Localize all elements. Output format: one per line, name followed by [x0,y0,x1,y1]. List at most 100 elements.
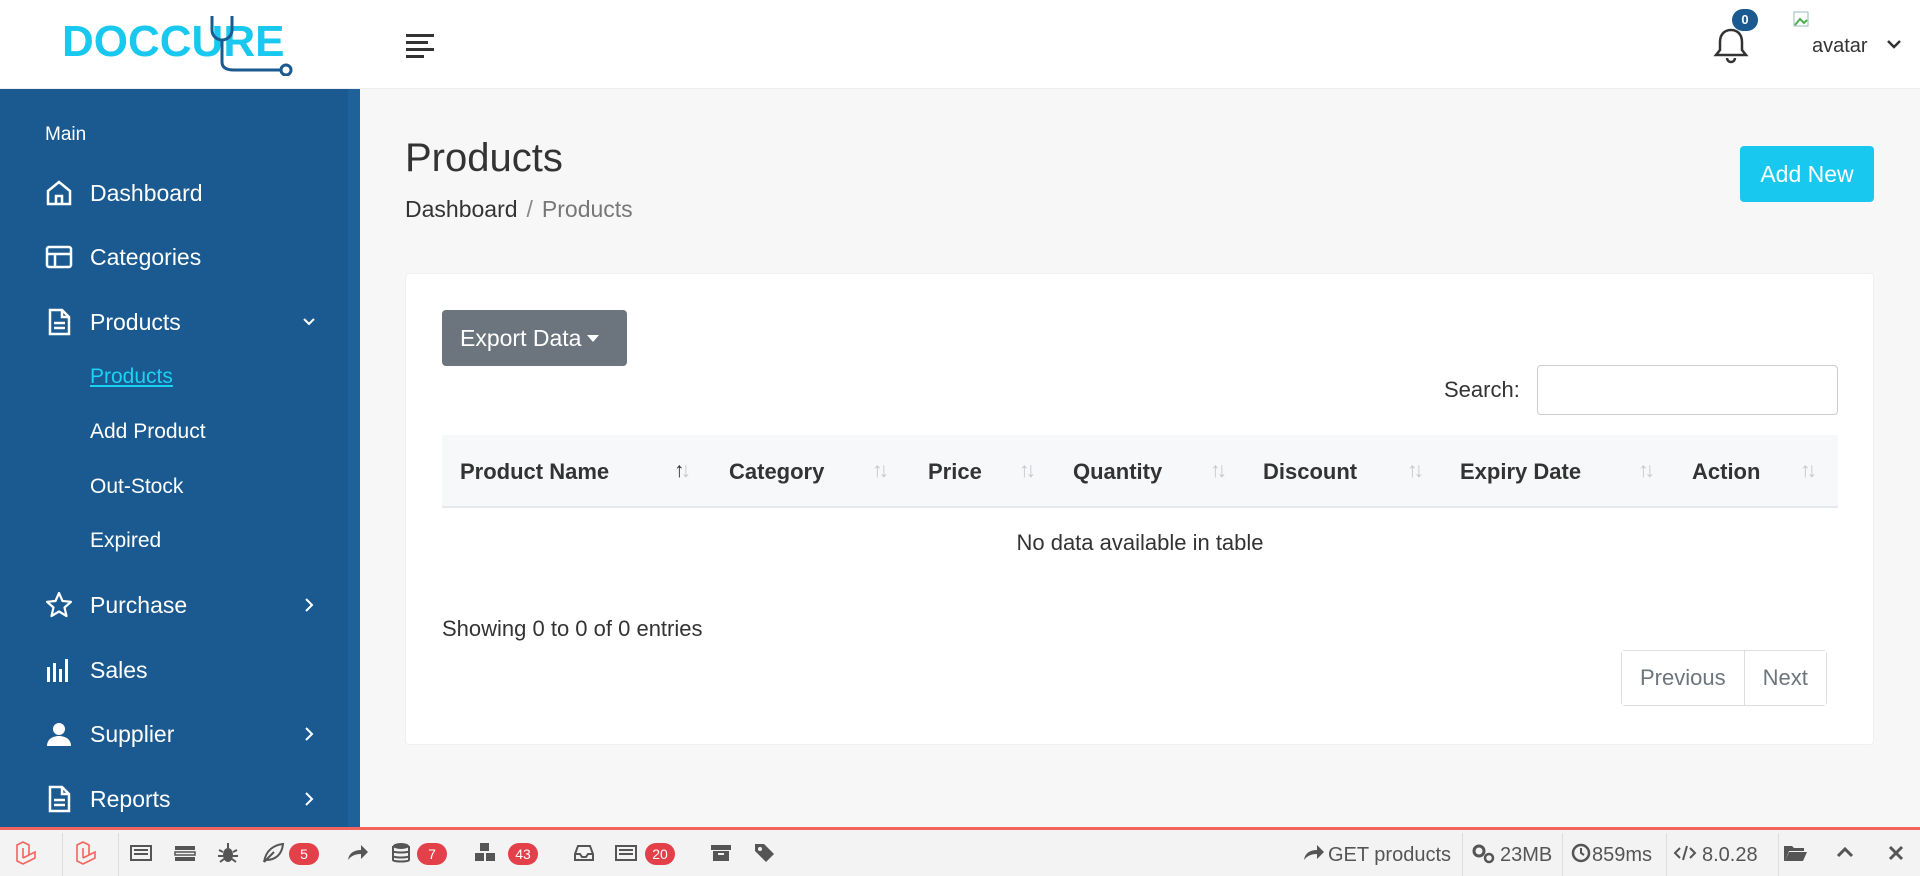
chevron-up-icon[interactable] [1832,840,1858,866]
sort-icon[interactable]: ↑↓ [1800,459,1817,483]
broken-image-icon [1793,11,1809,27]
archive-icon[interactable] [708,840,734,866]
next-page-button[interactable]: Next [1743,651,1826,705]
sidebar-item-products[interactable]: Products [0,295,348,347]
bug-icon[interactable] [215,840,241,866]
folder-open-icon[interactable] [1782,840,1808,866]
avatar-alt-text: avatar [1812,35,1868,57]
laravel-logo-icon[interactable] [14,840,40,866]
sidebar-scrollbar[interactable] [348,89,360,827]
sidebar-item-label: Products [90,309,181,335]
bar-chart-icon [47,659,68,682]
code-icon [1673,845,1697,861]
memory-usage: 23MB [1500,844,1553,866]
sidebar-item-dashboard[interactable]: Dashboard [0,166,348,218]
submenu-item-add-product[interactable]: Add Product [90,420,206,444]
views-icon[interactable] [613,840,639,866]
inbox-icon[interactable] [571,840,597,866]
route-share-icon [1304,845,1324,860]
sort-icon[interactable]: ↑↓ [872,459,889,483]
caret-down-icon [587,334,600,342]
views-count-badge: 20 [645,843,675,865]
sort-icon[interactable]: ↑↓ [1638,459,1655,483]
route-text[interactable]: GET products [1328,844,1451,867]
divider [62,833,63,876]
sidebar-item-sales[interactable]: Sales [0,643,348,695]
column-header-discount[interactable]: Discount [1263,459,1357,485]
empty-table-message: No data available in table [1016,530,1264,555]
user-menu[interactable]: avatar [1788,4,1914,64]
user-icon [47,723,71,746]
breadcrumb-current: Products [541,196,633,222]
sidebar-item-label: Categories [90,244,202,270]
tags-icon[interactable] [752,840,778,866]
exceptions-count-badge: 5 [289,843,319,865]
divider [1666,833,1667,876]
export-data-button[interactable]: Export Data [442,310,627,366]
chevron-down-icon [303,318,315,326]
doccure-logo[interactable]: DOCCURE [62,14,296,76]
database-icon[interactable] [388,840,414,866]
page-title: Products [405,136,563,180]
divider [1462,833,1463,876]
top-header: DOCCURE 0 avatar [0,0,1920,89]
request-duration: 859ms [1592,844,1653,866]
clock-icon [1571,843,1591,863]
sidebar-item-label: Supplier [90,721,175,747]
models-count-badge: 43 [508,843,538,865]
sort-icon[interactable]: ↑↓ [1210,459,1227,483]
column-header-action[interactable]: Action [1692,459,1760,485]
pagination: Previous Next [1621,650,1827,706]
sort-icon[interactable]: ↑↓ [1019,459,1036,483]
sidebar-item-label: Dashboard [90,180,203,206]
search-input[interactable] [1537,365,1838,415]
divider [1778,833,1779,876]
breadcrumb: Dashboard / Products [405,196,633,223]
chevron-right-icon [305,598,314,612]
column-header-price[interactable]: Price [928,459,982,485]
column-header-expiry-date[interactable]: Expiry Date [1460,459,1581,485]
notification-badge: 0 [1732,9,1758,31]
share-icon[interactable] [344,840,370,866]
divider [1562,833,1563,876]
sort-icon[interactable]: ↑↓ [1407,459,1424,483]
leaf-icon[interactable] [260,840,286,866]
sidebar-item-purchase[interactable]: Purchase [0,578,348,630]
php-version: 8.0.28 [1702,844,1758,866]
submenu-item-products[interactable]: Products [90,365,173,389]
breadcrumb-separator: / [526,196,533,222]
divider [118,833,119,876]
column-header-quantity[interactable]: Quantity [1073,459,1162,485]
chevron-right-icon [305,792,314,806]
submenu-item-out-stock[interactable]: Out-Stock [90,475,183,499]
queries-count-badge: 7 [417,843,447,865]
submenu-item-expired[interactable]: Expired [90,529,161,553]
sidebar-item-label: Sales [90,657,148,683]
export-data-label: Export Data [460,324,582,351]
chevron-down-icon[interactable] [1884,34,1904,54]
menu-toggle-icon[interactable] [402,30,438,60]
sidebar-item-categories[interactable]: Categories [0,230,348,282]
document-icon [48,785,71,813]
column-header-product-name[interactable]: Product Name [460,459,609,485]
sidebar-item-label: Reports [90,786,171,812]
home-icon [46,180,72,206]
timeline-icon[interactable] [172,840,198,866]
sidebar-item-supplier[interactable]: Supplier [0,707,348,759]
models-cubes-icon[interactable] [473,840,499,866]
chevron-right-icon [305,727,314,741]
sidebar-item-label: Purchase [90,592,188,618]
search-label: Search: [1444,377,1520,402]
add-new-button[interactable]: Add New [1740,146,1874,202]
sidebar-item-reports[interactable]: Reports [0,772,348,824]
laravel-logo-icon[interactable] [74,840,100,866]
document-icon [48,308,71,336]
messages-icon[interactable] [128,840,154,866]
breadcrumb-link-dashboard[interactable]: Dashboard [405,196,518,222]
close-icon[interactable] [1883,840,1909,866]
cogs-icon [1472,844,1495,864]
sort-icon[interactable]: ↑↓ [674,459,691,483]
table-info: Showing 0 to 0 of 0 entries [442,616,703,641]
column-header-category[interactable]: Category [729,459,824,485]
previous-page-button[interactable]: Previous [1622,651,1744,705]
